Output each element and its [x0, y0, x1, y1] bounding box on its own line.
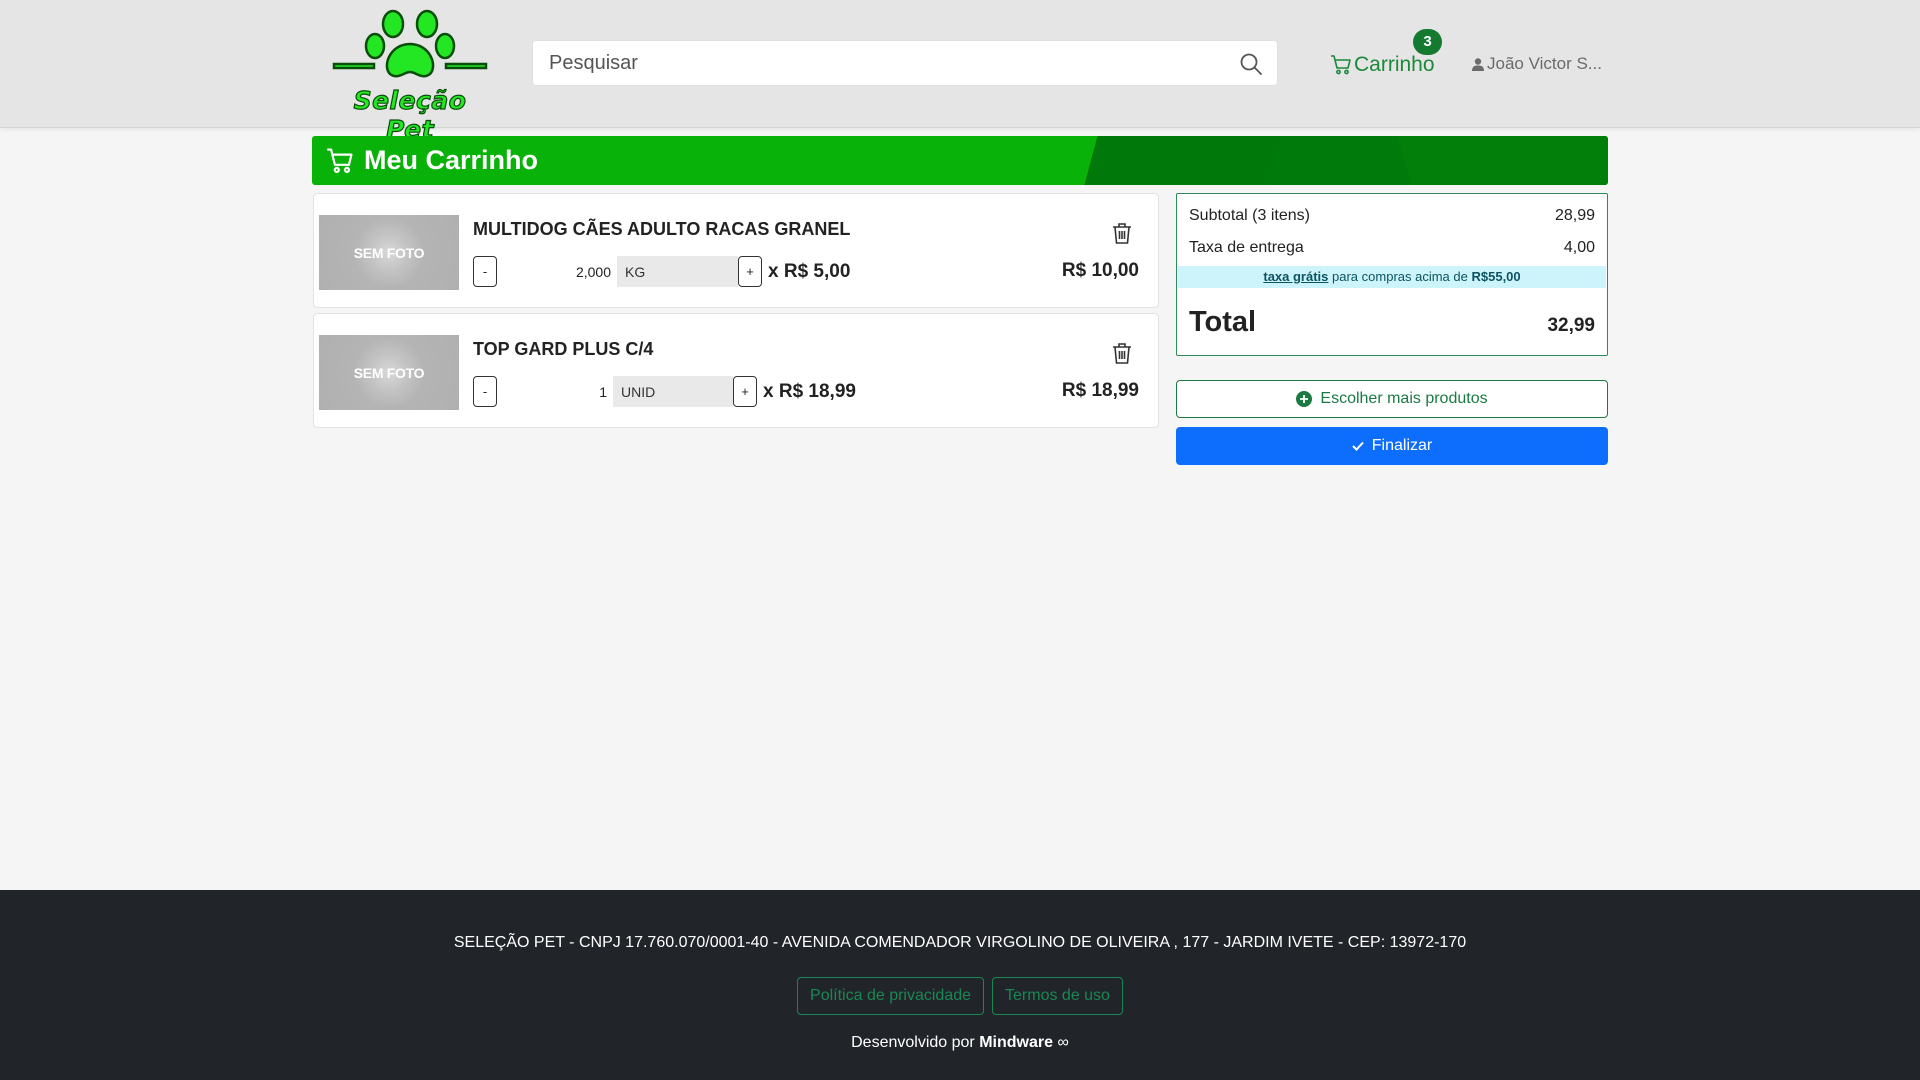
subtotal-label: Subtotal (3 itens) [1189, 207, 1310, 224]
quantity-stepper: - UNID + x R$ 18,99 [473, 376, 856, 407]
person-icon [1472, 57, 1484, 71]
header-cart-link[interactable]: Carrinho [1330, 50, 1435, 80]
total-row: Total 32,99 [1189, 306, 1595, 339]
title-bar-accent-slant [1397, 136, 1412, 185]
footer-links: Política de privacidade Termos de uso [0, 977, 1920, 1015]
infinity-icon: ∞ [1057, 1034, 1069, 1051]
delivery-fee-value: 4,00 [1563, 239, 1595, 256]
quantity-unit: KG [617, 256, 738, 287]
terms-of-use-button[interactable]: Termos de uso [992, 977, 1123, 1015]
user-menu[interactable]: João Victor S... [1472, 54, 1602, 74]
unit-price: x R$ 18,99 [763, 380, 856, 402]
page-title: Meu Carrinho [326, 136, 538, 185]
total-label: Total [1189, 306, 1257, 338]
subtotal-row: Subtotal (3 itens) 28,99 [1189, 207, 1595, 225]
unit-price: x R$ 5,00 [768, 260, 851, 282]
quantity-stepper: - KG + x R$ 5,00 [473, 256, 850, 287]
finish-order-label: Finalizar [1371, 437, 1433, 454]
line-total: R$ 10,00 [1061, 260, 1139, 281]
title-bar-accent [1412, 136, 1608, 185]
free-delivery-threshold: R$55,00 [1471, 269, 1521, 284]
product-name: TOP GARD PLUS C/4 [473, 339, 654, 359]
delivery-fee-label: Taxa de entrega [1189, 239, 1304, 256]
cart-count-badge: 3 [1413, 29, 1442, 55]
cart-icon [327, 147, 353, 173]
search-icon[interactable] [1239, 52, 1263, 76]
free-delivery-text: para compras acima de [1328, 269, 1472, 284]
finish-order-button[interactable]: Finalizar [1176, 427, 1608, 465]
choose-more-products-label: Escolher mais produtos [1320, 390, 1488, 407]
product-photo-placeholder: SEM FOTO [319, 335, 459, 410]
cart-label: Carrinho [1354, 53, 1435, 76]
choose-more-products-button[interactable]: Escolher mais produtos [1176, 380, 1608, 418]
quantity-input[interactable] [497, 376, 613, 407]
decrease-quantity-button[interactable]: - [473, 256, 497, 287]
paw-icon [332, 9, 488, 78]
developer-prefix: Desenvolvido por [851, 1034, 980, 1051]
cart-title-bar: Meu Carrinho [312, 136, 1608, 185]
order-summary: Subtotal (3 itens) 28,99 Taxa de entrega… [1176, 193, 1608, 356]
free-delivery-link[interactable]: taxa grátis [1263, 269, 1328, 284]
quantity-unit: UNID [613, 376, 733, 407]
developer-credit: Desenvolvido por Mindware ∞ [0, 1034, 1920, 1052]
total-value: 32,99 [1547, 315, 1595, 336]
check-icon [1352, 441, 1364, 451]
free-delivery-notice: taxa grátis para compras acima de R$55,0… [1178, 266, 1606, 288]
delivery-fee-row: Taxa de entrega 4,00 [1189, 239, 1595, 257]
search-box [532, 40, 1278, 86]
site-footer: SELEÇÃO PET - CNPJ 17.760.070/0001-40 - … [0, 890, 1920, 1080]
increase-quantity-button[interactable]: + [738, 256, 762, 287]
site-header: Seleção Pet Carrinho 3 João Victor S... [0, 0, 1920, 145]
product-photo-placeholder: SEM FOTO [319, 215, 459, 290]
trash-icon[interactable] [1112, 222, 1132, 244]
plus-circle-icon [1296, 391, 1313, 407]
company-address: SELEÇÃO PET - CNPJ 17.760.070/0001-40 - … [453, 934, 1467, 951]
developer-brand[interactable]: Mindware [979, 1034, 1053, 1051]
trash-icon[interactable] [1112, 342, 1132, 364]
line-total: R$ 18,99 [1061, 380, 1139, 401]
site-logo[interactable]: Seleção Pet [330, 8, 490, 145]
decrease-quantity-button[interactable]: - [473, 376, 497, 407]
user-name: João Victor S... [1487, 54, 1602, 73]
cart-item: SEM FOTO MULTIDOG CÃES ADULTO RACAS GRAN… [313, 193, 1159, 308]
subtotal-value: 28,99 [1554, 207, 1595, 224]
increase-quantity-button[interactable]: + [733, 376, 757, 407]
privacy-policy-button[interactable]: Política de privacidade [797, 977, 985, 1015]
cart-item: SEM FOTO TOP GARD PLUS C/4 - UNID + x R$… [313, 313, 1159, 428]
page-title-text: Meu Carrinho [364, 145, 539, 175]
quantity-input[interactable] [497, 256, 617, 287]
product-name: MULTIDOG CÃES ADULTO RACAS GRANEL [473, 219, 851, 239]
search-input[interactable] [549, 41, 1209, 85]
cart-icon [1331, 55, 1351, 75]
